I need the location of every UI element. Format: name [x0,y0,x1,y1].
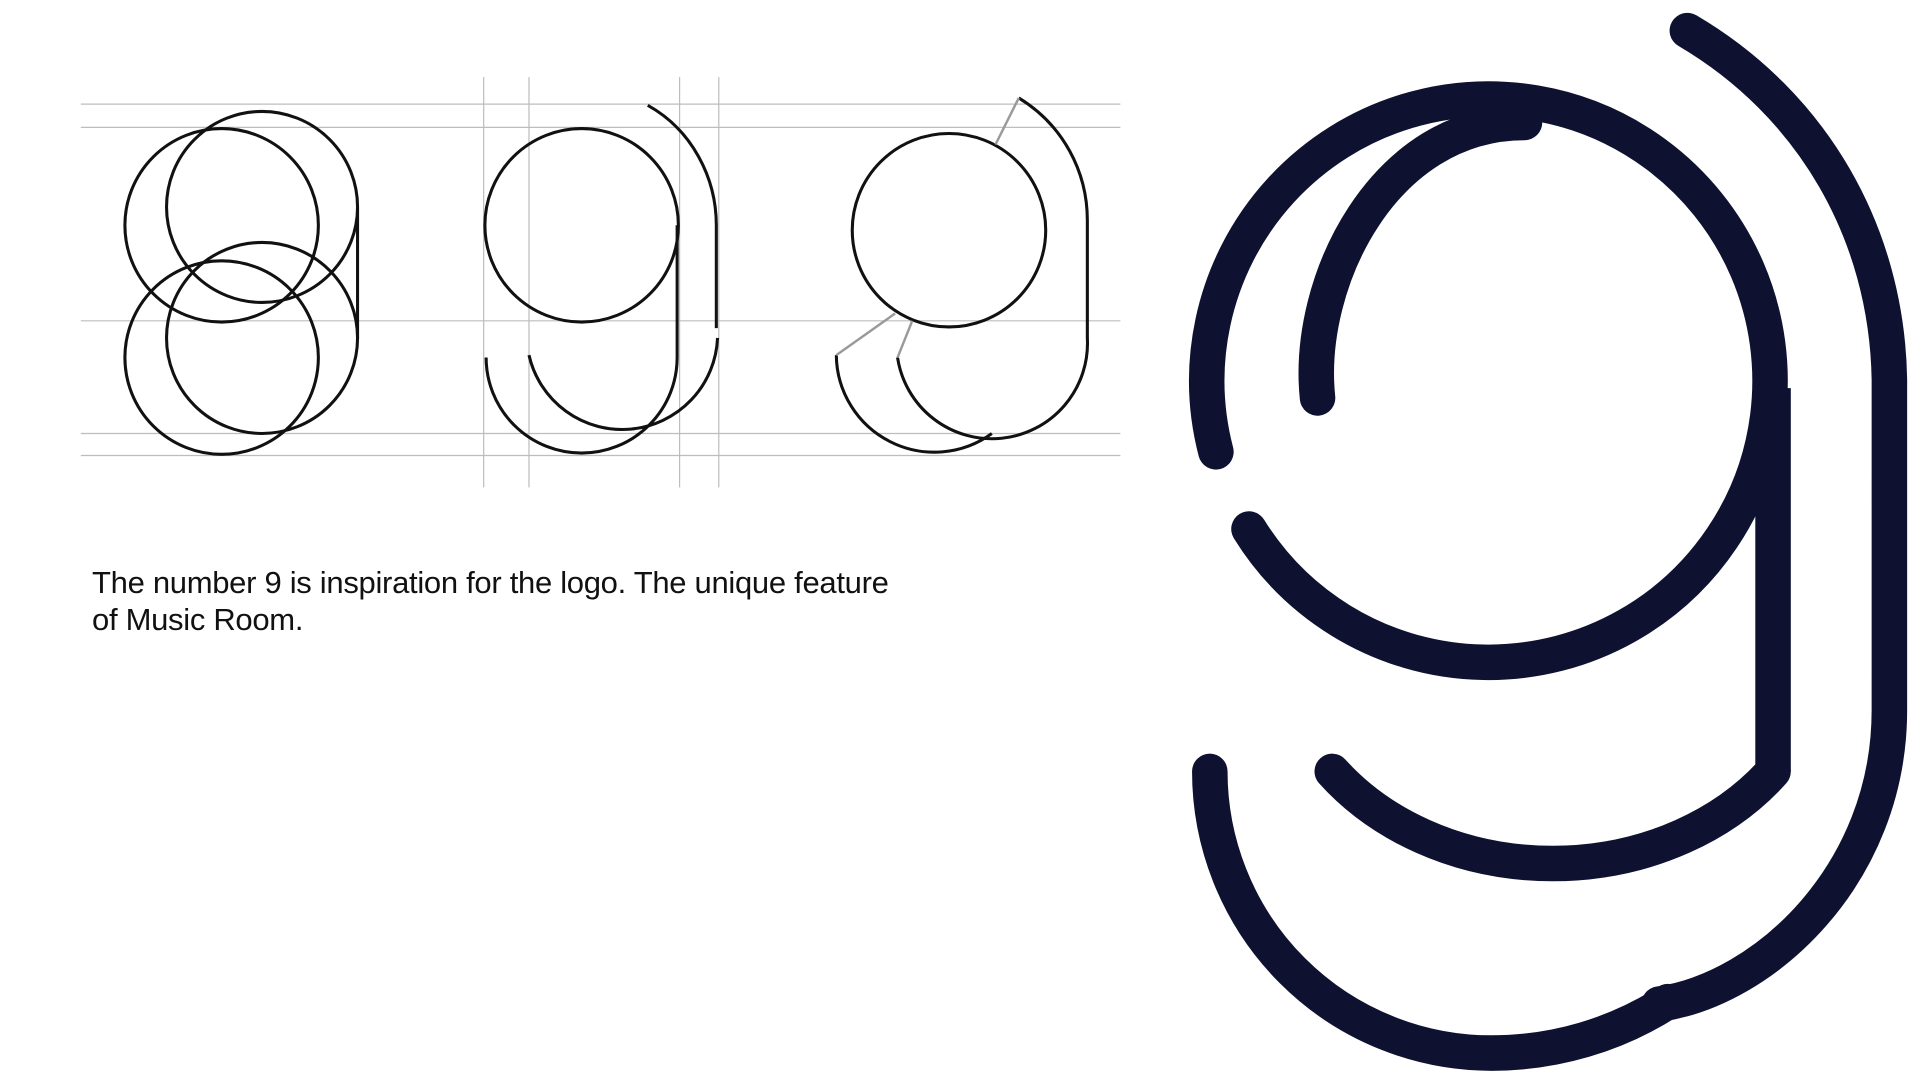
construction-step-circles [123,109,360,456]
caption-line-1: The number 9 is inspiration for the logo… [92,565,889,600]
construction-step-nine-final [834,96,1089,454]
logo-construction-artwork [80,12,1908,1071]
music-room-nine-logo [1189,12,1908,1071]
construction-step-nine-outline [483,103,720,455]
caption-line-2: of Music Room. [92,602,304,637]
caption-text: The number 9 is inspiration for the logo… [92,564,1012,638]
